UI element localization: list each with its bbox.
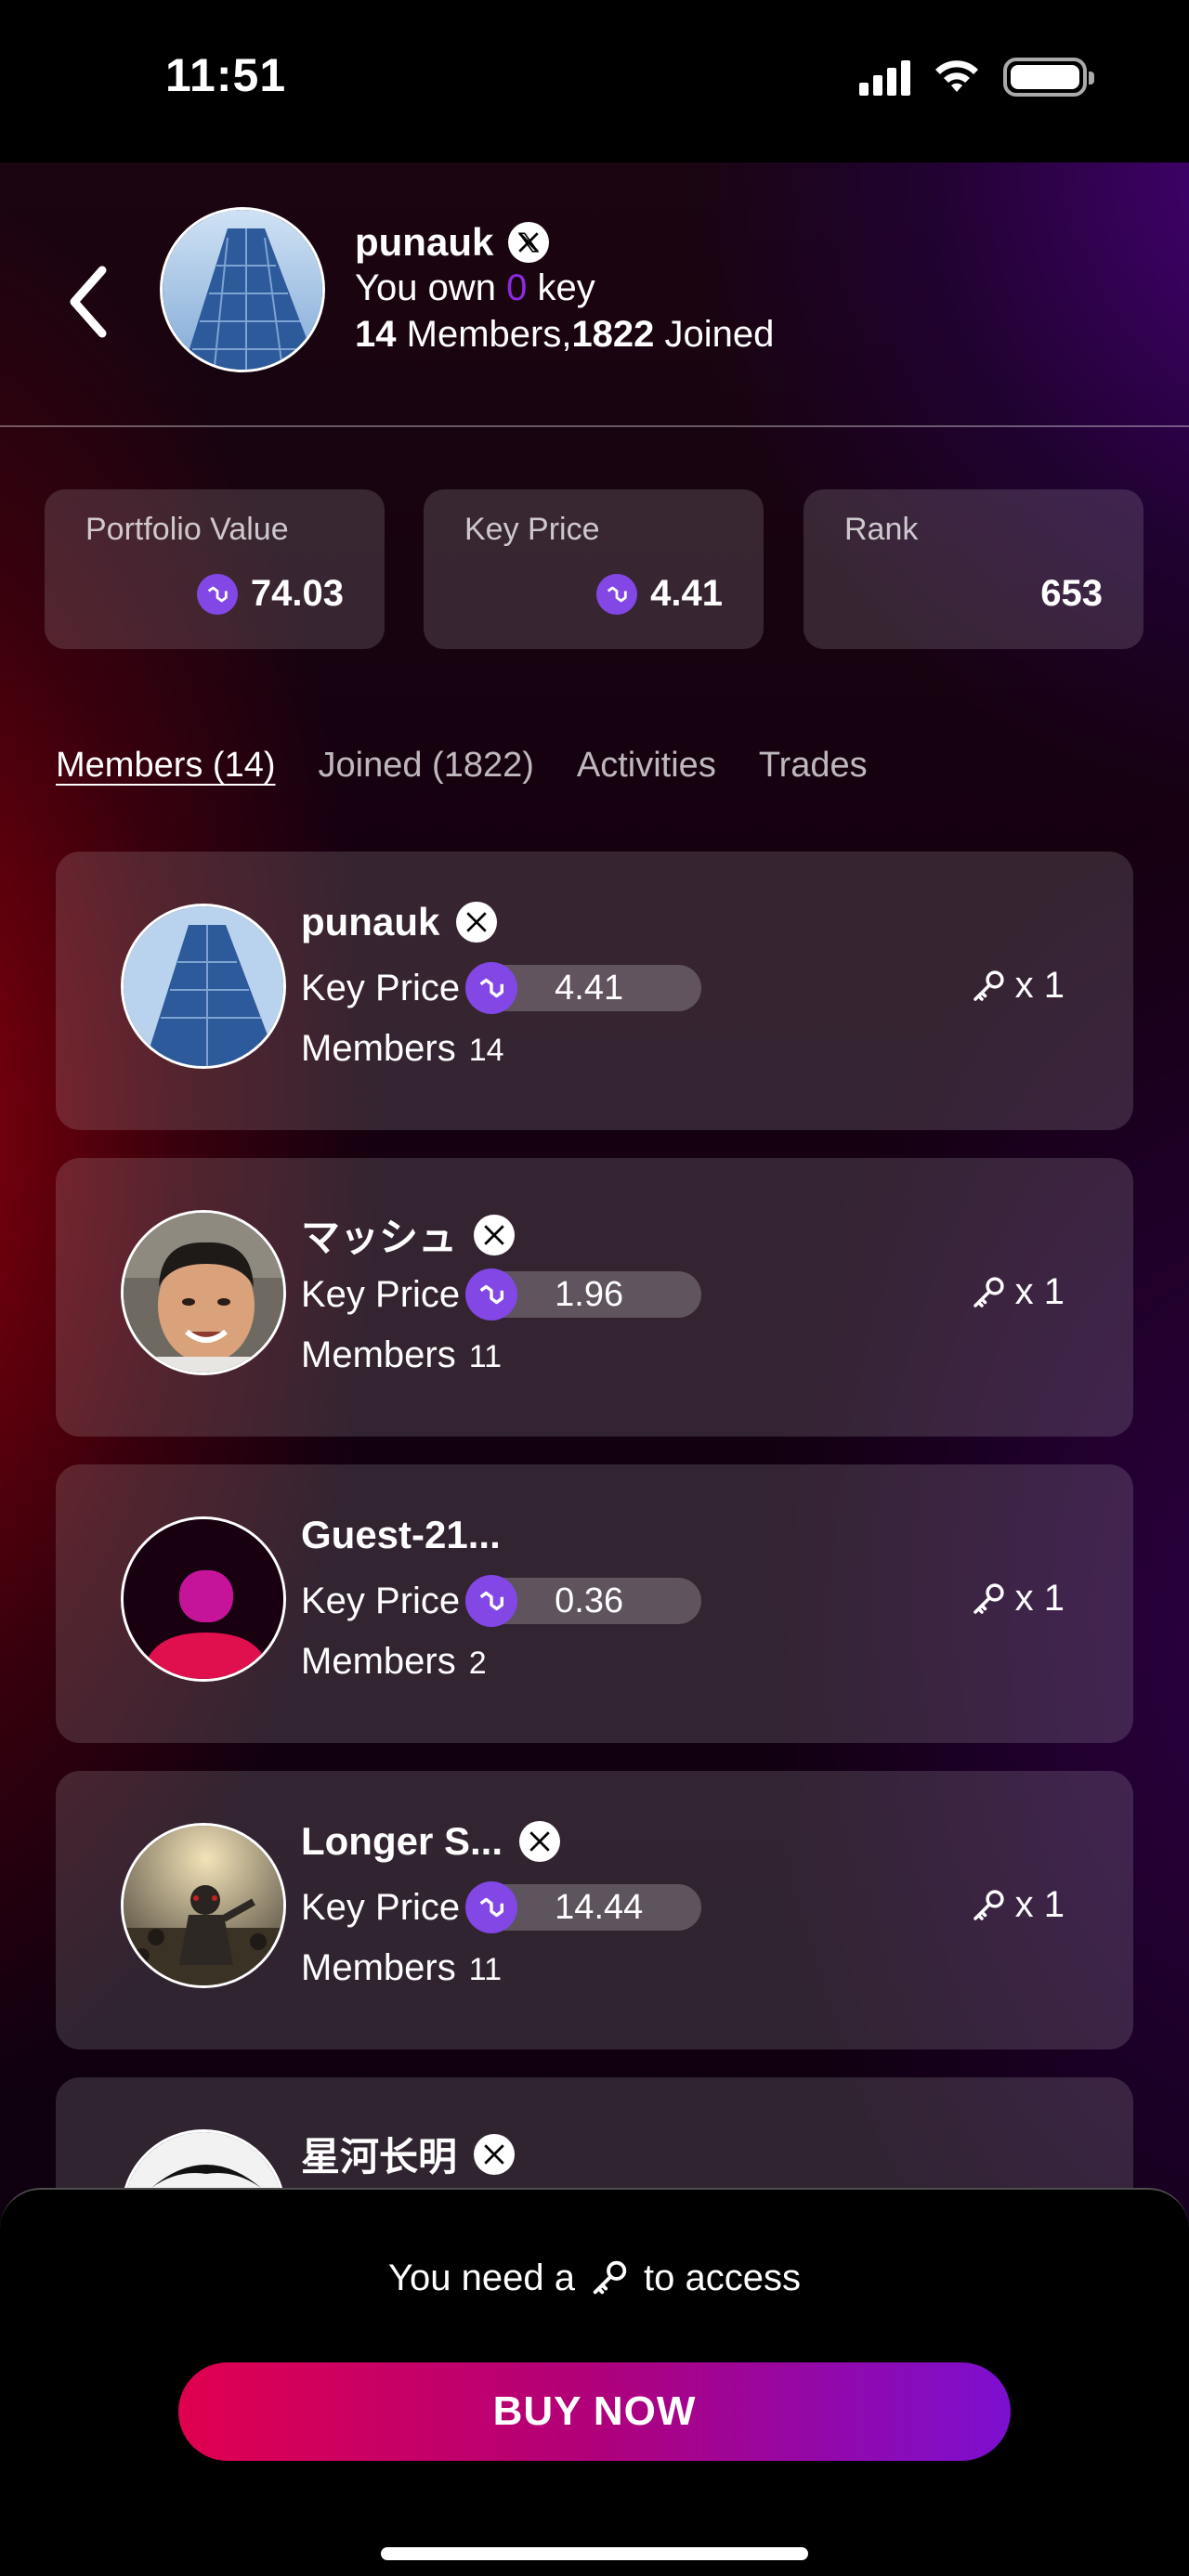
- key-icon: [973, 969, 1004, 1001]
- members-count: 11: [468, 1952, 502, 1987]
- tab-members[interactable]: Members (14): [56, 746, 276, 786]
- key-holding: x 1: [969, 965, 1065, 1007]
- key-price-pill: 14.44: [465, 1881, 702, 1933]
- avatar: [121, 904, 286, 1069]
- member-name: マッシュ: [301, 1216, 458, 1259]
- home-indicator[interactable]: [381, 2547, 808, 2560]
- key-icon: [973, 1889, 1004, 1920]
- member-card-punauk[interactable]: punauk Key Price 4.41 Members 14 x 1: [56, 852, 1133, 1130]
- rank-card: Rank 653: [804, 489, 1143, 649]
- default-user-avatar-icon: [124, 1519, 283, 1679]
- key-ownership: You own 0 key: [355, 267, 595, 308]
- warrior-art-avatar-image: [124, 1826, 283, 1985]
- members-count: 14: [468, 1033, 504, 1068]
- key-icon: [973, 1582, 1004, 1614]
- owned-key-count: 0: [506, 267, 528, 308]
- person-photo-avatar: [124, 1213, 283, 1373]
- key-price-pill: 4.41: [465, 962, 702, 1014]
- access-bottom-sheet: You need a to access BUY NOW: [0, 2188, 1189, 2576]
- cellular-signal-icon: [859, 59, 910, 96]
- member-card-longer[interactable]: Longer S... Key Price 14.44 Members 11 x …: [56, 1771, 1133, 2049]
- member-card-masshu[interactable]: マッシュ Key Price 1.96 Members 11 x 1: [56, 1158, 1133, 1437]
- polygon-coin-icon: [465, 1881, 518, 1933]
- profile-name: punauk: [355, 220, 494, 264]
- key-price-value: 0.36: [555, 1581, 624, 1620]
- back-button[interactable]: [56, 255, 121, 348]
- key-price-value: 4.41: [650, 573, 723, 614]
- avatar: [121, 1823, 286, 1988]
- portfolio-value: 74.03: [250, 573, 344, 614]
- status-bar: 11:51: [0, 0, 1189, 163]
- key-holding: x 1: [969, 1271, 1065, 1313]
- key-holding: x 1: [969, 1578, 1065, 1620]
- x-twitter-icon[interactable]: [474, 1214, 516, 1255]
- status-icons: [859, 58, 1094, 97]
- status-time: 11:51: [165, 49, 287, 101]
- avatar: [121, 1516, 286, 1682]
- key-price-card: Key Price 4.41: [424, 489, 764, 649]
- x-twitter-icon[interactable]: [519, 1821, 561, 1862]
- x-twitter-icon[interactable]: [508, 222, 550, 263]
- member-name: punauk: [301, 900, 440, 943]
- x-twitter-icon[interactable]: [456, 902, 498, 943]
- tab-trades[interactable]: Trades: [759, 746, 868, 786]
- members-count: 14: [355, 314, 397, 355]
- key-price-pill: 0.36: [465, 1575, 702, 1627]
- key-price-value: 1.96: [555, 1274, 624, 1314]
- polygon-coin-icon: [465, 1575, 518, 1627]
- key-price-value: 4.41: [555, 968, 624, 1008]
- joined-count: 1822: [571, 314, 655, 355]
- members-count: 11: [468, 1339, 502, 1374]
- key-price-pill: 1.96: [465, 1268, 702, 1321]
- building-avatar-image: [124, 906, 283, 1066]
- battery-icon: [1003, 58, 1094, 97]
- wifi-icon: [935, 60, 978, 92]
- key-holding: x 1: [969, 1884, 1065, 1926]
- tab-bar: Members (14) Joined (1822) Activities Tr…: [56, 746, 868, 786]
- member-name: 星河长明: [301, 2135, 458, 2179]
- members-count: 2: [468, 1646, 487, 1681]
- member-name: Guest-21...: [301, 1513, 501, 1556]
- tab-joined[interactable]: Joined (1822): [319, 746, 534, 786]
- avatar: [121, 1210, 286, 1375]
- x-twitter-icon[interactable]: [474, 2133, 516, 2175]
- profile-header: punauk You own 0 key 14 Members,1822 Joi…: [0, 163, 1189, 427]
- tab-activities[interactable]: Activities: [577, 746, 716, 786]
- avatar[interactable]: [160, 207, 325, 372]
- member-card-guest[interactable]: Guest-21... Key Price 0.36 Members 2 x 1: [56, 1464, 1133, 1743]
- polygon-coin-icon: [596, 573, 638, 615]
- chevron-left-icon: [70, 266, 107, 338]
- member-summary: 14 Members,1822 Joined: [355, 314, 775, 355]
- key-price-value: 14.44: [555, 1887, 644, 1927]
- key-icon: [973, 1276, 1004, 1308]
- buy-now-button[interactable]: BUY NOW: [178, 2362, 1011, 2461]
- polygon-coin-icon: [465, 1268, 518, 1321]
- polygon-coin-icon: [465, 962, 518, 1014]
- rank-value: 653: [1040, 573, 1103, 614]
- polygon-coin-icon: [196, 573, 238, 615]
- building-avatar-image: [163, 210, 322, 370]
- header-name-row: punauk: [355, 220, 550, 265]
- access-requirement: You need a to access: [388, 2257, 801, 2298]
- member-name: Longer S...: [301, 1819, 503, 1863]
- key-icon: [593, 2260, 627, 2295]
- portfolio-value-card: Portfolio Value 74.03: [45, 489, 385, 649]
